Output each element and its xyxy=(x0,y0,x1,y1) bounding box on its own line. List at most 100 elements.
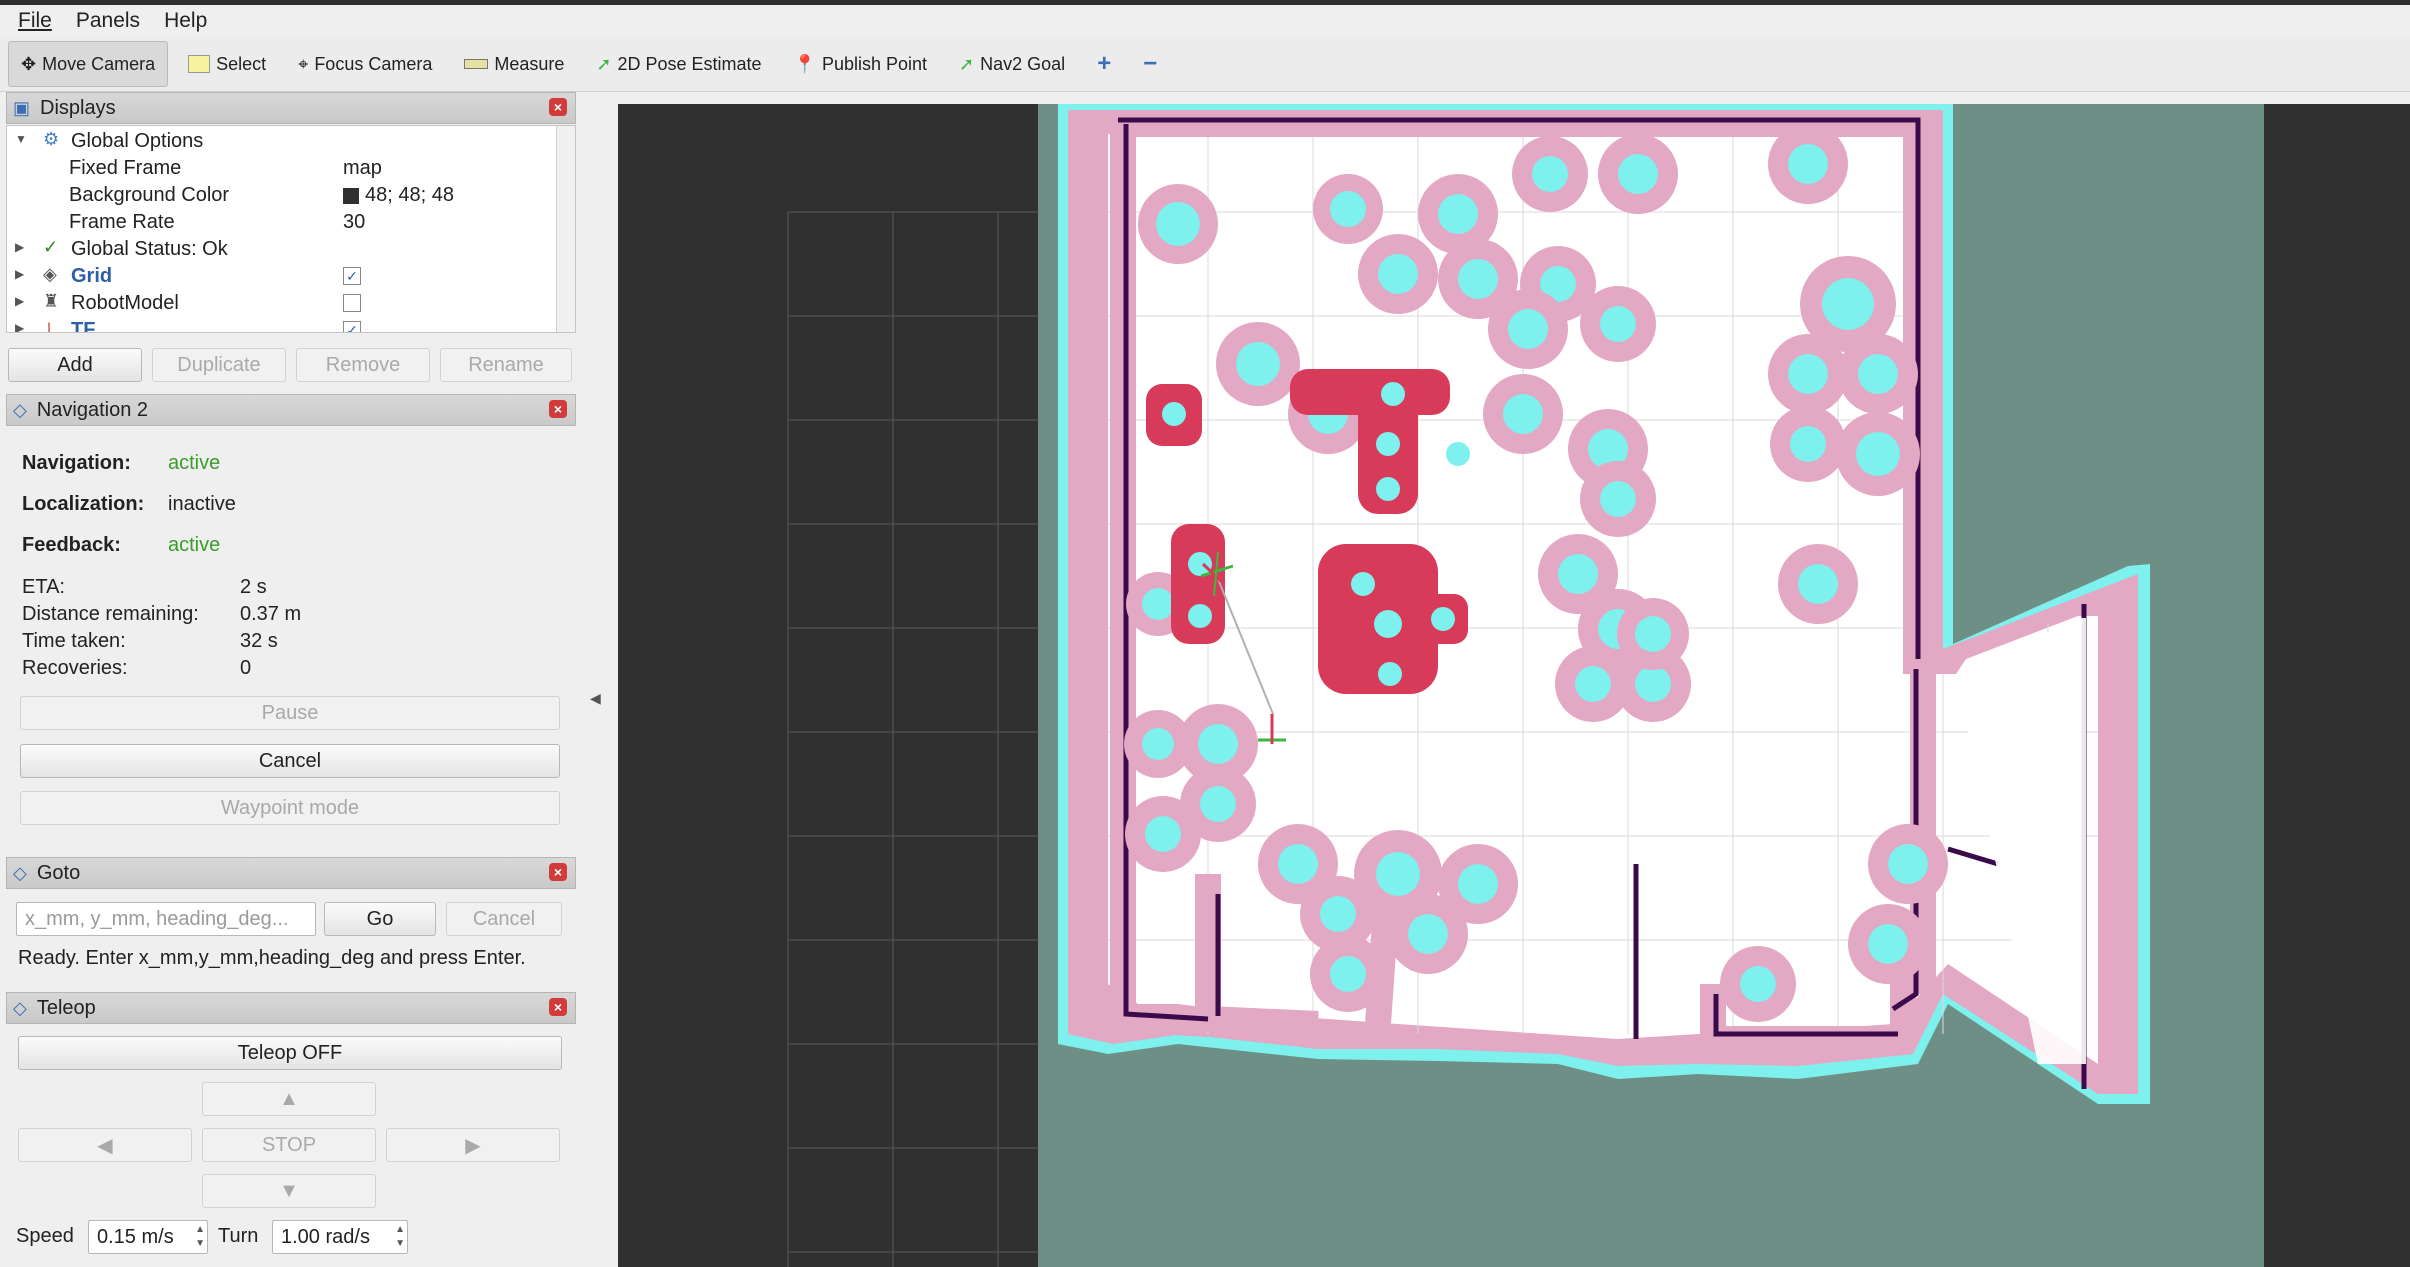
teleop-toggle-button[interactable]: Teleop OFF xyxy=(18,1036,562,1070)
spin-arrows-icon[interactable]: ▲ ▼ xyxy=(195,1223,205,1251)
tf-checkbox[interactable]: ✓ xyxy=(343,321,361,332)
cancel-navigation-button[interactable]: Cancel xyxy=(20,744,560,778)
teleop-backward-button[interactable]: ▼ xyxy=(202,1174,376,1208)
select-tool[interactable]: Select xyxy=(176,42,278,86)
focus-camera-tool[interactable]: ⌖ Focus Camera xyxy=(286,42,444,86)
teleop-forward-button[interactable]: ▲ xyxy=(202,1082,376,1116)
tree-row-background-color[interactable]: Background Color 48; 48; 48 xyxy=(7,182,555,209)
feedback-status: active xyxy=(168,534,221,556)
fixed-frame-value[interactable]: map xyxy=(343,157,382,180)
tree-label: TF xyxy=(71,319,96,333)
frame-rate-value[interactable]: 30 xyxy=(343,211,365,234)
remove-display-button[interactable]: Remove xyxy=(296,348,430,382)
goto-status-text: Ready. Enter x_mm,y_mm,heading_deg and p… xyxy=(18,947,526,969)
speed-spinbox[interactable]: 0.15 m/s ▲ ▼ xyxy=(88,1220,208,1254)
green-arrow-icon: ➚ xyxy=(959,53,975,74)
diamond-icon: ◇ xyxy=(13,997,27,1018)
teleop-stop-button[interactable]: STOP xyxy=(202,1128,376,1162)
collapse-dock-icon[interactable]: ◀ xyxy=(590,690,601,707)
plus-icon: + xyxy=(1097,50,1112,77)
minus-icon: − xyxy=(1143,50,1158,77)
background-color-value[interactable]: 48; 48; 48 xyxy=(343,184,454,207)
recoveries-label: Recoveries: xyxy=(22,657,128,679)
measure-tool[interactable]: Measure xyxy=(452,42,576,86)
goto-input[interactable]: x_mm, y_mm, heading_deg... xyxy=(16,902,316,936)
teleop-title: Teleop xyxy=(36,996,96,1019)
menu-panels[interactable]: Panels xyxy=(76,9,140,33)
ruler-icon xyxy=(464,59,489,69)
close-icon[interactable]: × xyxy=(549,400,567,418)
close-icon[interactable]: × xyxy=(549,863,567,881)
publish-point-tool[interactable]: 📍 Publish Point xyxy=(782,42,940,86)
check-icon: ✓ xyxy=(43,237,59,257)
tree-row-frame-rate[interactable]: Frame Rate 30 xyxy=(7,209,555,236)
measure-label: Measure xyxy=(494,53,565,74)
diamond-icon: ◇ xyxy=(13,862,27,883)
localization-status: inactive xyxy=(168,493,236,515)
chevron-right-icon[interactable]: ▶ xyxy=(15,321,24,332)
tree-label: Frame Rate xyxy=(69,211,175,233)
distance-label: Distance remaining: xyxy=(22,603,199,625)
tree-row-grid[interactable]: ▶ ◈ Grid ✓ xyxy=(7,263,555,290)
left-dock: ▣ Displays × ▼ ⚙ Global Options Fixed Fr… xyxy=(0,92,580,1267)
navigation-panel-header: ◇ Navigation 2 × xyxy=(6,394,576,426)
recoveries-value: 0 xyxy=(240,657,252,679)
grid-checkbox[interactable]: ✓ xyxy=(343,267,361,285)
turn-spinbox[interactable]: 1.00 rad/s ▲ ▼ xyxy=(272,1220,408,1254)
diamond-icon: ◇ xyxy=(13,399,27,420)
add-tool-button[interactable]: + xyxy=(1085,42,1123,86)
map-viewport[interactable] xyxy=(618,104,2410,1267)
tree-row-global-status[interactable]: ▶ ✓ Global Status: Ok xyxy=(7,236,555,263)
spin-arrows-icon[interactable]: ▲ ▼ xyxy=(395,1223,405,1251)
tree-label: Global Options xyxy=(71,130,204,152)
goto-cancel-button[interactable]: Cancel xyxy=(446,902,562,936)
menu-bar: File Panels Help xyxy=(0,5,2410,37)
move-camera-tool[interactable]: ✥ Move Camera xyxy=(8,41,169,87)
green-arrow-icon: ➚ xyxy=(596,53,612,74)
tree-label: Fixed Frame xyxy=(69,157,182,179)
close-icon[interactable]: × xyxy=(549,98,567,116)
chevron-right-icon[interactable]: ▶ xyxy=(15,294,24,308)
chevron-right-icon[interactable]: ▶ xyxy=(15,267,24,281)
move-camera-icon: ✥ xyxy=(21,53,37,74)
feedback-label: Feedback: xyxy=(22,534,121,556)
duplicate-display-button[interactable]: Duplicate xyxy=(152,348,286,382)
teleop-left-button[interactable]: ◀ xyxy=(18,1128,192,1162)
nav2-goal-tool[interactable]: ➚ Nav2 Goal xyxy=(947,42,1077,86)
rename-display-button[interactable]: Rename xyxy=(440,348,572,382)
robot-model-checkbox[interactable] xyxy=(343,294,361,312)
move-camera-label: Move Camera xyxy=(42,53,156,74)
map-canvas xyxy=(787,104,2264,1267)
menu-file[interactable]: File xyxy=(18,9,52,33)
tree-row-fixed-frame[interactable]: Fixed Frame map xyxy=(7,155,555,182)
tree-row-global-options[interactable]: ▼ ⚙ Global Options xyxy=(7,128,555,155)
remove-tool-button[interactable]: − xyxy=(1131,42,1169,86)
eta-value: 2 s xyxy=(240,576,267,598)
pose-estimate-tool[interactable]: ➚ 2D Pose Estimate xyxy=(584,42,773,86)
robot-icon: ♜ xyxy=(43,291,60,311)
tree-row-tf[interactable]: ▶ ⟂ TF ✓ xyxy=(7,317,555,333)
focus-camera-label: Focus Camera xyxy=(314,53,433,74)
monitor-icon: ▣ xyxy=(13,97,31,118)
chevron-right-icon[interactable]: ▶ xyxy=(15,240,24,254)
localization-label: Localization: xyxy=(22,493,145,515)
tree-label: Background Color xyxy=(69,184,230,206)
displays-scrollbar[interactable] xyxy=(556,126,575,332)
teleop-right-button[interactable]: ▶ xyxy=(386,1128,560,1162)
speed-label: Speed xyxy=(16,1225,74,1247)
menu-help[interactable]: Help xyxy=(164,9,207,33)
speed-value: 0.15 m/s xyxy=(97,1225,174,1248)
select-icon xyxy=(188,55,211,73)
close-icon[interactable]: × xyxy=(549,998,567,1016)
tree-label: RobotModel xyxy=(71,292,179,314)
add-display-button[interactable]: Add xyxy=(8,348,142,382)
chevron-down-icon[interactable]: ▼ xyxy=(15,132,27,146)
map-pin-icon: 📍 xyxy=(793,53,816,74)
navigation-title: Navigation 2 xyxy=(36,398,149,421)
axes-icon: ⟂ xyxy=(43,318,56,333)
time-taken-value: 32 s xyxy=(240,630,278,652)
go-button[interactable]: Go xyxy=(324,902,436,936)
waypoint-mode-button[interactable]: Waypoint mode xyxy=(20,791,560,825)
tree-row-robot-model[interactable]: ▶ ♜ RobotModel xyxy=(7,290,555,317)
pause-button[interactable]: Pause xyxy=(20,696,560,730)
